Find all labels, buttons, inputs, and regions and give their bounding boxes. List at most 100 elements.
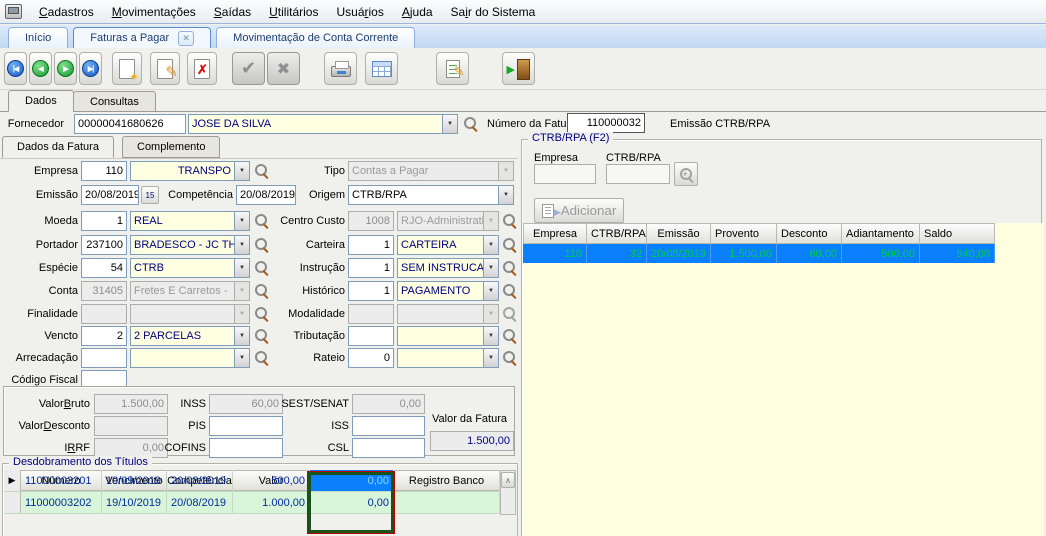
exit-button[interactable] <box>502 52 535 85</box>
moeda-search-icon[interactable] <box>254 213 269 228</box>
portador-code-input[interactable]: 237100 <box>81 235 127 255</box>
close-tab-icon[interactable]: ✕ <box>178 31 194 46</box>
modalidade-code-input[interactable] <box>348 304 394 324</box>
tab-dados[interactable]: Dados <box>8 90 74 112</box>
cancel-button[interactable] <box>267 52 300 85</box>
cell-adiantamento[interactable]: 500,00 <box>842 244 920 263</box>
ctrb-rpa-input[interactable] <box>606 164 670 184</box>
historico-search-icon[interactable] <box>502 283 517 298</box>
chevron-down-icon[interactable] <box>483 349 498 367</box>
chevron-down-icon[interactable] <box>483 236 498 254</box>
historico-combo[interactable]: PAGAMENTO <box>397 281 499 301</box>
cell-saldo[interactable]: 940,00 <box>920 244 995 263</box>
tributacao-combo[interactable] <box>397 326 499 346</box>
empresa-search-icon[interactable] <box>254 163 269 178</box>
tributacao-search-icon[interactable] <box>502 328 517 343</box>
rateio-combo[interactable] <box>397 348 499 368</box>
rateio-code-input[interactable]: 0 <box>348 348 394 368</box>
instrucao-code-input[interactable]: 1 <box>348 258 394 278</box>
centro-custo-code-input[interactable]: 1008 <box>348 211 394 231</box>
cell-provento[interactable]: 1.500,00 <box>711 244 777 263</box>
cell-competencia[interactable]: 20/08/2019 <box>167 470 233 491</box>
instrucao-combo[interactable]: SEM INSTRUCAO <box>397 258 499 278</box>
finalidade-code-input[interactable] <box>81 304 127 324</box>
inss-input[interactable]: 60,00 <box>209 394 283 414</box>
centro-custo-search-icon[interactable] <box>502 213 517 228</box>
vencto-code-input[interactable]: 2 <box>81 326 127 346</box>
cofins-input[interactable] <box>209 438 283 458</box>
chevron-down-icon[interactable] <box>483 282 498 300</box>
empresa-combo[interactable]: TRANSPO <box>130 161 250 181</box>
edit-button[interactable] <box>150 52 180 85</box>
emissao-date-input[interactable]: 20/08/2019 <box>81 185 139 205</box>
new-button[interactable] <box>112 52 142 85</box>
tab-dados-da-fatura[interactable]: Dados da Fatura <box>2 136 114 158</box>
menu-utilitarios[interactable]: Utilitários <box>260 3 327 21</box>
last-record-button[interactable]: ▶| <box>79 52 102 85</box>
first-record-button[interactable]: |◀ <box>4 52 27 85</box>
modalidade-search-icon[interactable] <box>502 306 517 321</box>
chevron-down-icon[interactable] <box>483 327 498 345</box>
carteira-code-input[interactable]: 1 <box>348 235 394 255</box>
conta-combo[interactable]: Fretes E Carretos - <box>130 281 250 301</box>
chevron-down-icon[interactable] <box>483 259 498 277</box>
chevron-down-icon[interactable] <box>234 162 249 180</box>
chevron-down-icon[interactable] <box>234 349 249 367</box>
instrucao-search-icon[interactable] <box>502 260 517 275</box>
table-row[interactable]: 11000003202 19/10/2019 20/08/2019 1.000,… <box>4 492 500 514</box>
portador-search-icon[interactable] <box>254 237 269 252</box>
cell-vencimento[interactable]: 19/09/2019 <box>102 470 167 491</box>
especie-code-input[interactable]: 54 <box>81 258 127 278</box>
fornecedor-combo[interactable]: JOSE DA SILVA <box>188 114 458 134</box>
portador-combo[interactable]: BRADESCO - JC TH <box>130 235 250 255</box>
fornecedor-code-input[interactable]: 00000041680626 <box>74 114 186 134</box>
modalidade-combo[interactable] <box>397 304 499 324</box>
tipo-combo[interactable]: Contas a Pagar <box>348 161 514 181</box>
arrecadacao-combo[interactable] <box>130 348 250 368</box>
cell-numero[interactable]: 11000003201 <box>21 470 102 491</box>
origem-combo[interactable]: CTRB/RPA <box>348 185 514 205</box>
historico-code-input[interactable]: 1 <box>348 281 394 301</box>
rateio-search-icon[interactable] <box>502 350 517 365</box>
chevron-down-icon[interactable] <box>234 327 249 345</box>
carteira-search-icon[interactable] <box>502 237 517 252</box>
chevron-down-icon[interactable] <box>234 212 249 230</box>
cell-empresa[interactable]: 110 <box>523 244 587 263</box>
grid-scrollbar[interactable]: ∧ <box>500 470 516 515</box>
previous-record-button[interactable]: ◀ <box>29 52 52 85</box>
cell-competencia[interactable]: 20/08/2019 <box>167 492 233 513</box>
print-button[interactable] <box>324 52 357 85</box>
menu-cadastros[interactable]: Cadastros <box>30 3 103 21</box>
ctrb-search-button[interactable]: + <box>674 162 698 186</box>
scroll-up-icon[interactable]: ∧ <box>501 472 515 488</box>
cell-vencimento[interactable]: 19/10/2019 <box>102 492 167 513</box>
centro-custo-combo[interactable]: RJO-Administrativo <box>397 211 499 231</box>
table-row-selected[interactable]: 110 32 20/08/2019 1.500,00 60,00 500,00 … <box>523 244 995 263</box>
fornecedor-search-icon[interactable] <box>463 116 478 131</box>
adicionar-button[interactable]: Adicionar <box>534 198 624 223</box>
cell-ctrb-rpa[interactable]: 32 <box>587 244 647 263</box>
chevron-down-icon[interactable] <box>234 236 249 254</box>
arrecadacao-search-icon[interactable] <box>254 350 269 365</box>
cell-valor[interactable]: 1.000,00 <box>233 492 310 513</box>
cell-registro-banco[interactable] <box>394 492 500 513</box>
finalidade-search-icon[interactable] <box>254 306 269 321</box>
ctrb-empresa-input[interactable] <box>534 164 596 184</box>
menu-saidas[interactable]: Saídas <box>205 3 260 21</box>
menu-ajuda[interactable]: Ajuda <box>393 3 442 21</box>
competencia-date-input[interactable]: 20/08/2019 <box>236 185 296 205</box>
moeda-combo[interactable]: REAL <box>130 211 250 231</box>
iss-input[interactable] <box>352 416 425 436</box>
arrecadacao-code-input[interactable] <box>81 348 127 368</box>
vencto-search-icon[interactable] <box>254 328 269 343</box>
tab-movimentacao-conta-corrente[interactable]: Movimentação de Conta Corrente <box>216 27 415 48</box>
cell-saldo-selected[interactable]: 0,00 <box>310 470 394 491</box>
csl-input[interactable] <box>352 438 425 458</box>
notes-button[interactable] <box>436 52 469 85</box>
cell-valor[interactable]: 500,00 <box>233 470 310 491</box>
confirm-button[interactable] <box>232 52 265 85</box>
cell-saldo[interactable]: 0,00 <box>310 492 394 513</box>
conta-search-icon[interactable] <box>254 283 269 298</box>
tab-consultas[interactable]: Consultas <box>73 91 156 112</box>
cell-desconto[interactable]: 60,00 <box>777 244 842 263</box>
